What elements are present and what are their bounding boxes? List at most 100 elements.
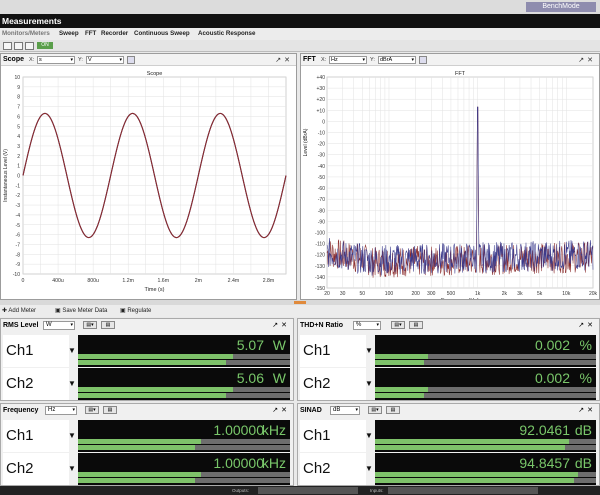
splitter-grip[interactable] [294,301,306,304]
measurement-tabs: Monitors/Meters Sweep FFT Recorder Conti… [0,28,600,40]
channel-label: Ch1 [300,420,366,452]
layout-icon[interactable] [25,42,34,50]
window-title: Measurements [0,14,600,28]
rms-view-icon[interactable]: ▤▾ [83,321,97,329]
scope-y-label: Y: [78,57,83,63]
meter-unit: dB [574,422,592,438]
meter-value: 5.06 [236,370,264,386]
on-toggle[interactable]: ON [37,42,53,49]
frequency-row-ch2: Ch2 ▼ 1.00000 kHz [3,453,290,485]
channel-dropdown-icon[interactable]: ▼ [365,368,373,400]
fft-x-tick: 30 [340,291,346,297]
channel-dropdown-icon[interactable]: ▼ [365,420,373,452]
sinad-view-icon[interactable]: ▤▾ [368,406,382,414]
channel-dropdown-icon[interactable]: ▼ [365,453,373,485]
channel-dropdown-icon[interactable]: ▼ [68,368,76,400]
scope-y-tick: 9 [17,85,20,91]
inputs-label: Inputs: [370,488,384,493]
outputs-indicator[interactable] [258,487,358,494]
meter-bar [375,478,596,483]
scope-x-tick: 2.8m [263,278,275,284]
channel-label: Ch2 [300,368,366,400]
meter-display: 0.002 % [375,335,596,367]
channel-dropdown-icon[interactable]: ▼ [68,453,76,485]
tab-monitors-meters[interactable]: Monitors/Meters [2,28,50,40]
frequency-meter-header: Frequency Hz ▤▾ ▤ ↗✕ [1,404,293,417]
scope-chart: 109876543210-1-2-3-4-5-6-7-8-9-100 400u 80… [3,71,287,293]
meter-bar-fill [78,360,227,365]
thdn-unit-select[interactable]: % [353,321,381,330]
rms-window-icons[interactable]: ↗✕ [272,319,290,332]
record-icon[interactable] [3,42,12,50]
meter-unit: W [272,370,286,386]
fft-x-unit-select[interactable]: Hz [329,56,367,64]
meter-bar [375,360,596,365]
channel-dropdown-icon[interactable]: ▼ [365,335,373,367]
top-bar: BenchMode [0,0,600,14]
fft-y-tick: -140 [315,275,325,281]
fft-y-unit-select[interactable]: dBrA [378,56,416,64]
scope-y-tick: -2 [16,193,21,199]
thdn-options-icon[interactable]: ▤ [409,321,423,329]
scope-x-tick: 800u [87,278,99,284]
save-meter-data-button[interactable]: ▣ Save Meter Data [55,305,107,317]
tab-fft[interactable]: FFT [85,28,96,40]
sinad-unit-select[interactable]: dB [330,406,360,415]
meter-unit: % [579,370,592,386]
fft-settings-icon[interactable] [419,56,427,64]
rms-options-icon[interactable]: ▤ [101,321,115,329]
frequency-row-ch1: Ch1 ▼ 1.00000 kHz [3,420,290,452]
tab-recorder[interactable]: Recorder [101,28,128,40]
fft-y-tick: -20 [318,142,325,148]
meter-bar [78,478,290,483]
fft-y-tick: 0 [322,119,325,125]
frequency-unit-select[interactable]: Hz [45,406,77,415]
tab-sweep[interactable]: Sweep [59,28,79,40]
fft-y-tick: -120 [315,253,325,259]
scope-settings-icon[interactable] [127,56,135,64]
meter-bar-fill [78,472,201,477]
fft-y-tick: -50 [318,175,325,181]
tab-acoustic-response[interactable]: Acoustic Response [198,28,255,40]
sinad-row-ch2: Ch2 ▼ 94.8457 dB [300,453,596,485]
meter-display: 5.06 W [78,368,290,400]
sinad-window-icons[interactable]: ↗✕ [578,404,596,417]
meter-value: 92.0461 [519,422,570,438]
regulate-button[interactable]: ▣ Regulate [120,305,151,317]
rms-meter-header: RMS Level W ▤▾ ▤ ↗✕ [1,319,293,332]
thdn-window-icons[interactable]: ↗✕ [578,319,596,332]
channel-dropdown-icon[interactable]: ▼ [68,335,76,367]
meter-value: 5.07 [236,337,264,353]
settings-icon[interactable] [14,42,23,50]
scope-x-unit-select[interactable]: s [37,56,75,64]
frequency-options-icon[interactable]: ▤ [103,406,117,414]
benchmode-button[interactable]: BenchMode [526,2,596,12]
meter-value: 0.002 [534,370,570,386]
tab-continuous-sweep[interactable]: Continuous Sweep [134,28,190,40]
channel-dropdown-icon[interactable]: ▼ [68,420,76,452]
add-meter-button[interactable]: ✚ Add Meter [2,305,36,317]
frequency-view-icon[interactable]: ▤▾ [85,406,99,414]
fft-x-tick: 3k [517,291,523,297]
thdn-meter-title: THD+N Ratio [300,322,343,329]
thdn-view-icon[interactable]: ▤▾ [391,321,405,329]
meter-unit: W [272,337,286,353]
scope-window-icons[interactable]: ↗✕ [275,55,293,67]
meter-bar [375,354,596,359]
fft-x-tick: 20k [589,291,598,297]
rms-unit-select[interactable]: W [43,321,75,330]
scope-panel: Scope X: s Y: V ↗✕ 109876543210-1-2-3-4-… [0,53,297,300]
scope-y-axis-label: Instantaneous Level (V) [3,149,9,202]
inputs-indicator[interactable] [388,487,538,494]
fft-window-icons[interactable]: ↗✕ [578,55,596,67]
scope-y-unit-select[interactable]: V [86,56,124,64]
fft-x-tick: 5k [537,291,543,297]
meter-display: 1.00000 kHz [78,453,290,485]
scope-x-tick: 2m [195,278,202,284]
meter-display: 94.8457 dB [375,453,596,485]
fft-y-tick: -100 [315,230,325,236]
fft-x-tick: 20 [324,291,330,297]
meter-bar-fill [78,387,233,392]
sinad-options-icon[interactable]: ▤ [386,406,400,414]
frequency-window-icons[interactable]: ↗✕ [272,404,290,417]
